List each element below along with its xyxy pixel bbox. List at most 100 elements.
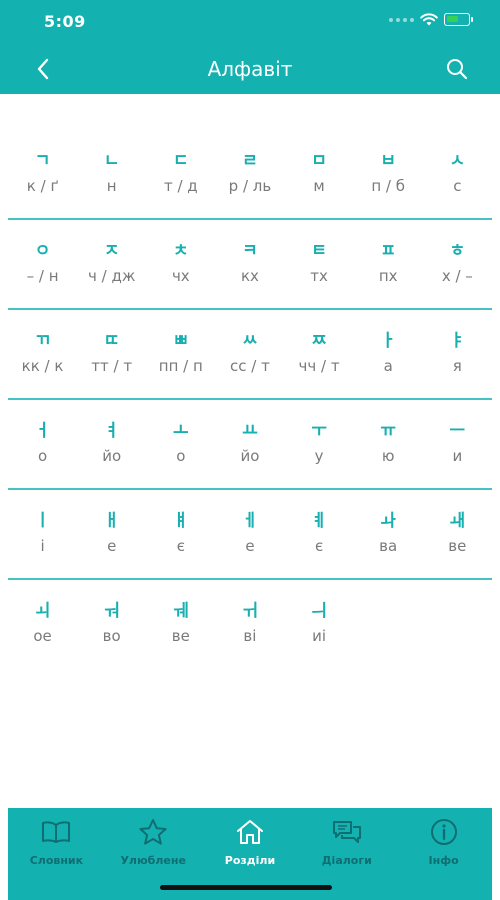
letter-cell[interactable]: ㅕ йо — [77, 420, 146, 488]
letter-cell[interactable]: ㄷ т / д — [146, 150, 215, 218]
letter-cell[interactable]: ㅞ ве — [146, 600, 215, 670]
letter-cell[interactable]: ㅆ сс / т — [215, 330, 284, 398]
letter-cell[interactable]: ㅏа — [354, 330, 423, 398]
transliteration: ве — [171, 627, 190, 645]
header: Алфавіт — [0, 44, 500, 94]
letter-cell[interactable]: ㅗо — [146, 420, 215, 488]
transliteration: йо — [102, 447, 122, 465]
hangul-letter: ㅑ — [449, 331, 466, 351]
transliteration: н — [106, 177, 117, 195]
hangul-letter: ㄷ — [172, 151, 189, 171]
letter-cell[interactable]: ㅂ п / б — [354, 150, 423, 218]
transliteration: к / ґ — [26, 177, 59, 195]
transliteration: е — [107, 537, 117, 555]
letter-cell[interactable]: ㅝ во — [77, 600, 146, 670]
letter-cell[interactable]: ㅐе — [77, 510, 146, 578]
letter-cell[interactable]: ㅇ – / н — [8, 240, 77, 308]
hangul-letter: ㅝ — [103, 601, 120, 621]
hangul-letter: ㅓ — [34, 421, 51, 441]
letter-cell[interactable]: ㅠю — [354, 420, 423, 488]
transliteration: пх — [378, 267, 398, 285]
search-button[interactable] — [444, 56, 470, 82]
transliteration: є — [314, 537, 324, 555]
transliteration: о — [176, 447, 186, 465]
tab-label: Улюблене — [120, 854, 186, 867]
letter-cell[interactable]: ㅢ иі — [285, 600, 354, 670]
alphabet-row: ㅇ – / н ㅈ ч / дж ㅊ чх ㅋ кх ㅌ тх ㅍ пх ㅎ х / – — [8, 220, 492, 310]
transliteration: я — [452, 357, 462, 375]
hangul-letter: ㄹ — [242, 151, 258, 171]
battery-level — [447, 16, 458, 22]
hangul-letter: ㄲ — [34, 331, 51, 351]
transliteration: о — [37, 447, 48, 465]
transliteration: ве — [448, 537, 467, 555]
transliteration: тх — [310, 267, 328, 285]
transliteration: чч / т — [298, 357, 340, 375]
transliteration: и — [452, 447, 463, 465]
transliteration: м — [313, 177, 325, 195]
hangul-letter: ㅕ — [103, 421, 120, 441]
transliteration: а — [383, 357, 393, 375]
transliteration: і — [40, 537, 45, 555]
letter-cell[interactable]: ㅔе — [215, 510, 284, 578]
transliteration: пп / п — [158, 357, 203, 375]
hangul-letter: ㅢ — [311, 601, 327, 621]
letter-cell[interactable]: ㅃ пп / п — [146, 330, 215, 398]
page-title: Алфавіт — [207, 57, 293, 81]
hangul-letter: ㅗ — [172, 421, 189, 441]
letter-cell[interactable]: ㅊ чх — [146, 240, 215, 308]
book-icon — [38, 816, 74, 848]
letter-cell[interactable]: ㅎ х / – — [423, 240, 492, 308]
transliteration: е — [245, 537, 255, 555]
letter-cell[interactable]: ㅋ кх — [215, 240, 284, 308]
letter-cell[interactable]: ㅟ ві — [215, 600, 284, 670]
letter-cell[interactable]: ㄱ к / ґ — [8, 150, 77, 218]
hangul-letter: ㅛ — [242, 421, 258, 441]
letter-cell[interactable]: ㅑя — [423, 330, 492, 398]
transliteration: ві — [243, 627, 257, 645]
letter-cell[interactable]: ㄸ тт / т — [77, 330, 146, 398]
hangul-letter: ㅣ — [34, 511, 51, 531]
letter-cell[interactable]: ㅣі — [8, 510, 77, 578]
letter-cell[interactable]: ㅘ ва — [354, 510, 423, 578]
letter-cell[interactable]: ㄹ р / ль — [215, 150, 284, 218]
letter-cell[interactable]: ㅒє — [146, 510, 215, 578]
letter-cell[interactable]: ㅓо — [8, 420, 77, 488]
letter-cell[interactable]: ㅅс — [423, 150, 492, 218]
alphabet-row: ㅓ о ㅕ йо ㅗ о ㅛ йо ㅜ у ㅠ ю ㅡ и — [8, 400, 492, 490]
hangul-letter: ㅔ — [242, 511, 258, 531]
letter-cell[interactable]: ㅉ чч / т — [285, 330, 354, 398]
tab-label: Діалоги — [321, 854, 372, 867]
letter-cell[interactable]: ㅛ йо — [215, 420, 284, 488]
transliteration: иі — [312, 627, 327, 645]
letter-cell[interactable]: ㅍ пх — [354, 240, 423, 308]
letter-cell[interactable]: ㅌ тх — [285, 240, 354, 308]
hangul-letter: ㅏ — [380, 331, 396, 351]
hangul-letter: ㅂ — [380, 151, 396, 171]
tab-book[interactable]: Словник — [8, 816, 105, 900]
search-icon — [447, 59, 468, 80]
letter-cell[interactable]: ㅖє — [285, 510, 354, 578]
status-time: 5:09 — [44, 12, 86, 31]
letter-cell[interactable]: ㅡи — [423, 420, 492, 488]
hangul-letter: ㅉ — [311, 331, 327, 351]
tab-info[interactable]: Інфо — [395, 816, 492, 900]
alphabet-row: ㅚ ое ㅝ во ㅞ ве ㅟ ві ㅢ иі — [8, 580, 492, 670]
letter-cell[interactable]: ㅙ ве — [423, 510, 492, 578]
letter-cell[interactable]: ㅈ ч / дж — [77, 240, 146, 308]
transliteration: х / – — [441, 267, 473, 285]
transliteration: сс / т — [230, 357, 270, 375]
letter-cell[interactable]: ㄴн — [77, 150, 146, 218]
hangul-letter: ㄸ — [103, 331, 120, 351]
hangul-letter: ㅍ — [380, 241, 396, 261]
letter-cell[interactable]: ㅜу — [285, 420, 354, 488]
letter-cell[interactable]: ㄲ кк / к — [8, 330, 77, 398]
hangul-letter: ㅎ — [449, 241, 466, 261]
hangul-letter: ㅃ — [172, 331, 189, 351]
home-indicator[interactable] — [160, 885, 332, 890]
letter-cell[interactable]: ㅁм — [285, 150, 354, 218]
alphabet-row: ㄲ кк / к ㄸ тт / т ㅃ пп / п ㅆ сс / т ㅉ чч / тㅏаㅑя — [8, 310, 492, 400]
letter-cell[interactable]: ㅚ ое — [8, 600, 77, 670]
hangul-letter: ㅚ — [34, 601, 51, 621]
transliteration: ч / дж — [88, 267, 136, 285]
